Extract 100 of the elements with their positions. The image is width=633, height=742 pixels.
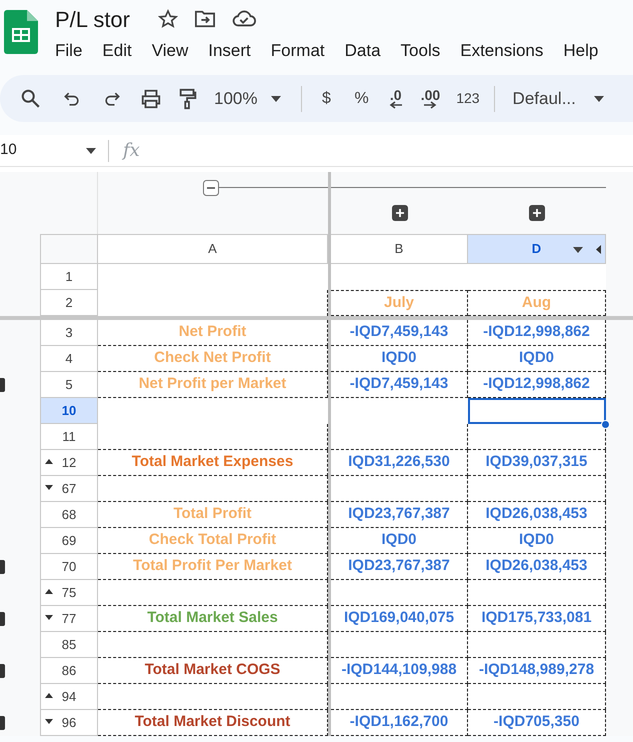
table-cell[interactable] (98, 632, 328, 658)
table-cell[interactable]: -IQD12,998,862 (468, 372, 606, 398)
collapse-group-icon[interactable] (203, 180, 219, 196)
table-cell[interactable] (468, 684, 606, 710)
up-triangle-icon[interactable] (45, 692, 53, 699)
table-cell[interactable] (468, 264, 606, 290)
table-cell[interactable]: IQD0 (331, 528, 468, 554)
column-header[interactable]: A (98, 234, 328, 264)
table-cell[interactable]: IQD0 (468, 346, 606, 372)
table-cell[interactable]: IQD0 (468, 528, 606, 554)
table-cell[interactable]: -IQD705,350 (468, 710, 606, 736)
row-header[interactable]: 5 (40, 372, 98, 398)
number-format-button[interactable]: 123 (456, 88, 480, 109)
row-header[interactable]: 68 (40, 502, 98, 528)
row-header[interactable]: 69 (40, 528, 98, 554)
expand-group-icon[interactable] (529, 205, 545, 221)
table-cell[interactable] (98, 424, 328, 450)
column-header[interactable]: B (331, 234, 468, 264)
zoom-dropdown[interactable]: 100% (214, 86, 282, 112)
row-header[interactable]: 86 (40, 658, 98, 684)
table-cell[interactable] (331, 684, 468, 710)
row-header[interactable]: 2 (40, 290, 98, 316)
table-cell[interactable]: -IQD7,459,143 (331, 372, 468, 398)
fill-handle[interactable] (601, 420, 610, 429)
down-triangle-icon[interactable] (45, 484, 53, 491)
menu-item[interactable]: Insert (208, 38, 251, 64)
table-cell[interactable] (331, 476, 468, 502)
increase-decimal-button[interactable]: .00 (420, 88, 440, 108)
percent-format-button[interactable]: % (354, 86, 369, 110)
row-header[interactable]: 70 (40, 554, 98, 580)
table-cell[interactable]: Total Market Discount (98, 710, 328, 736)
print-icon[interactable] (140, 88, 162, 110)
table-cell[interactable] (468, 580, 606, 606)
document-title[interactable]: P/L stor (55, 2, 130, 36)
search-icon[interactable] (20, 88, 42, 110)
table-cell[interactable] (331, 424, 468, 450)
table-cell[interactable]: IQD169,040,075 (331, 606, 468, 632)
table-cell[interactable]: IQD23,767,387 (331, 502, 468, 528)
table-cell[interactable] (98, 684, 328, 710)
table-cell[interactable]: Total Market COGS (98, 658, 328, 684)
table-cell[interactable]: IQD26,038,453 (468, 554, 606, 580)
row-header[interactable]: 10 (40, 398, 98, 424)
menu-item[interactable]: Format (270, 38, 325, 64)
row-header[interactable]: 11 (40, 424, 98, 450)
row-header[interactable]: 3 (40, 320, 98, 346)
table-cell[interactable]: -IQD144,109,988 (331, 658, 468, 684)
cloud-check-icon[interactable] (232, 10, 256, 28)
table-cell[interactable] (468, 398, 606, 424)
table-cell[interactable] (331, 264, 468, 290)
down-triangle-icon[interactable] (45, 614, 53, 621)
caret-icon[interactable] (573, 247, 583, 253)
name-box[interactable]: 10 (0, 139, 100, 162)
menu-item[interactable]: File (55, 38, 82, 64)
group-bar-icon[interactable] (0, 560, 5, 574)
table-cell[interactable] (468, 424, 606, 450)
table-cell[interactable] (98, 398, 328, 424)
table-cell[interactable] (331, 580, 468, 606)
table-cell[interactable] (468, 632, 606, 658)
menu-item[interactable]: Tools (400, 38, 440, 64)
font-dropdown[interactable]: Defaul... (512, 86, 604, 112)
decrease-decimal-button[interactable]: .0 (388, 88, 403, 108)
table-cell[interactable] (98, 580, 328, 606)
row-header[interactable]: 1 (40, 264, 98, 290)
star-icon[interactable] (158, 9, 178, 29)
row-header[interactable]: 96 (40, 710, 98, 736)
table-cell[interactable] (468, 476, 606, 502)
menu-item[interactable]: Data (344, 38, 381, 64)
group-bar-icon[interactable] (0, 612, 5, 626)
group-bar-icon[interactable] (0, 378, 5, 392)
table-cell[interactable]: IQD0 (331, 346, 468, 372)
table-cell[interactable]: -IQD12,998,862 (468, 320, 606, 346)
row-header[interactable]: 75 (40, 580, 98, 606)
row-header[interactable]: 77 (40, 606, 98, 632)
spreadsheet-logo-icon[interactable] (4, 10, 38, 54)
table-cell[interactable]: -IQD148,989,278 (468, 658, 606, 684)
table-cell[interactable]: -IQD7,459,143 (331, 320, 468, 346)
currency-format-button[interactable]: $ (318, 86, 334, 110)
table-cell[interactable]: IQD175,733,081 (468, 606, 606, 632)
table-cell[interactable]: IQD23,767,387 (331, 554, 468, 580)
table-cell[interactable] (98, 290, 328, 316)
menu-item[interactable]: Extensions (460, 38, 544, 64)
table-cell[interactable]: -IQD1,162,700 (331, 710, 468, 736)
up-triangle-icon[interactable] (45, 458, 53, 465)
row-header[interactable]: 85 (40, 632, 98, 658)
table-cell[interactable] (98, 264, 328, 290)
row-header[interactable]: 94 (40, 684, 98, 710)
up-triangle-icon[interactable] (45, 588, 53, 595)
table-cell[interactable]: IQD31,226,530 (331, 450, 468, 476)
row-header[interactable]: 67 (40, 476, 98, 502)
row-header[interactable]: 12 (40, 450, 98, 476)
paint-roller-icon[interactable] (178, 88, 198, 110)
scroll-left-icon[interactable] (596, 245, 601, 254)
table-cell[interactable] (98, 476, 328, 502)
column-header[interactable]: D (468, 234, 606, 264)
expand-group-icon[interactable] (392, 205, 408, 221)
table-cell[interactable] (331, 398, 468, 424)
menu-item[interactable]: Help (563, 38, 598, 64)
down-triangle-icon[interactable] (45, 718, 53, 725)
group-bar-icon[interactable] (0, 716, 5, 730)
menu-item[interactable]: View (152, 38, 188, 64)
